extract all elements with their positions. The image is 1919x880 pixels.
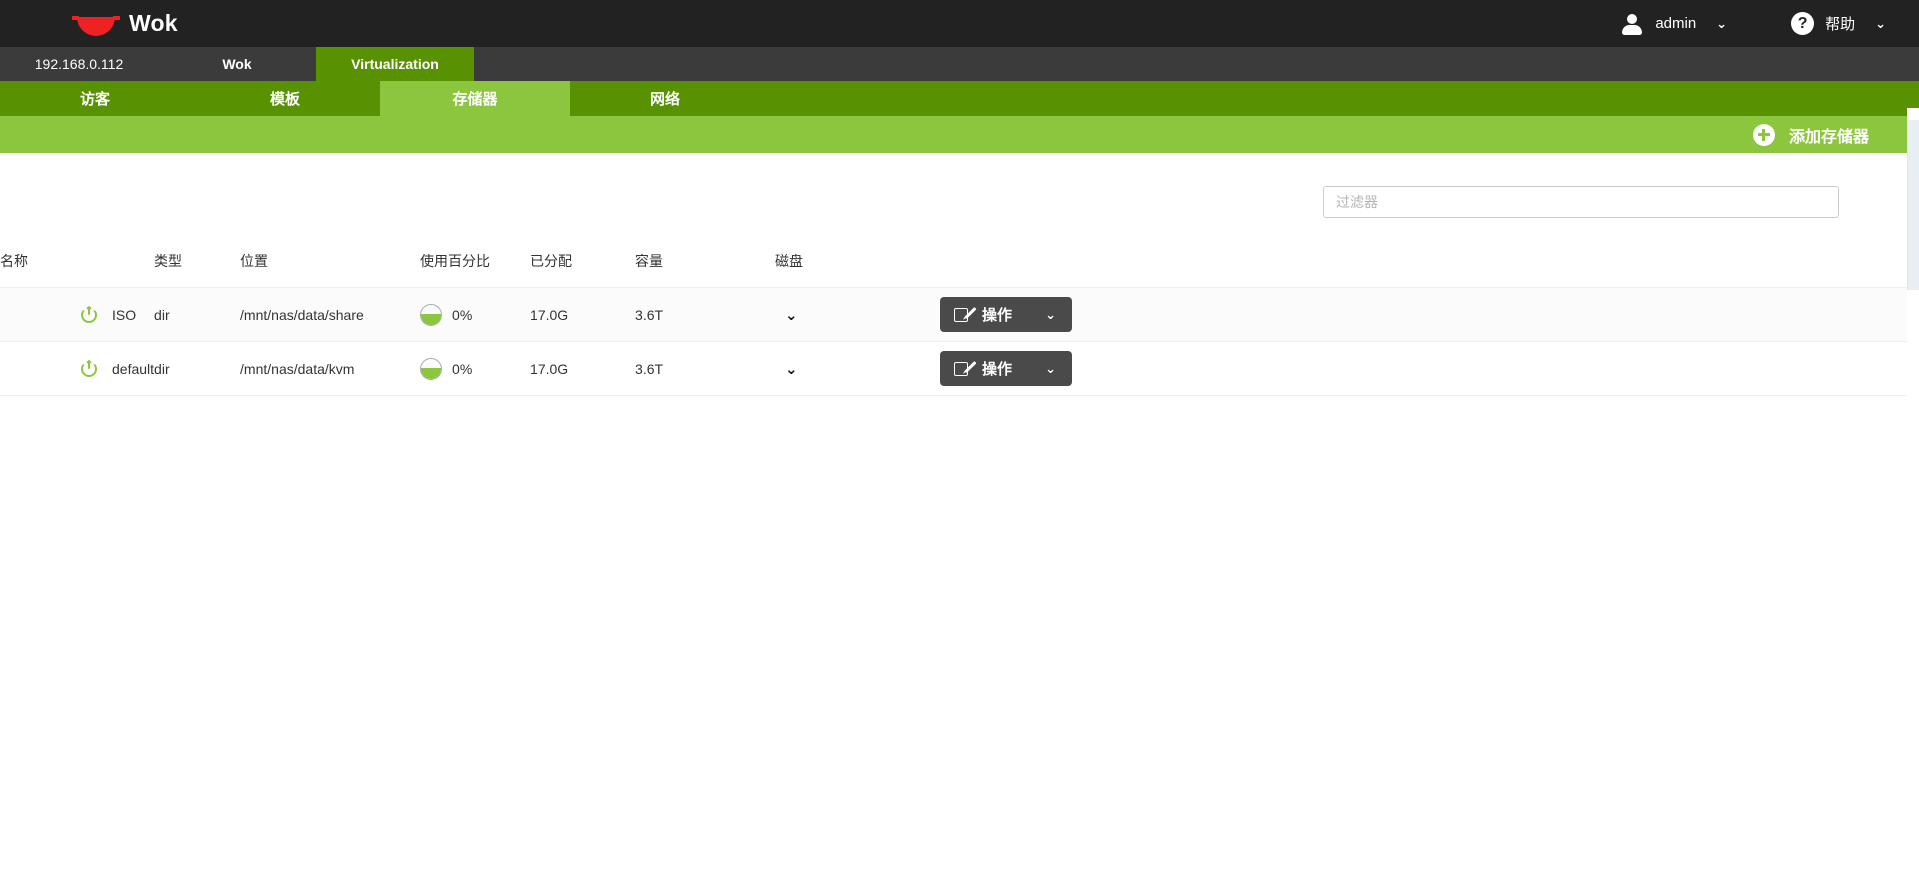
table-header-row: 名称 类型 位置 使用百分比 已分配 容量 磁盘 [0, 251, 1907, 288]
cell-usage: 0% [420, 287, 531, 342]
column-header-disk[interactable]: 磁盘 [775, 251, 941, 288]
chevron-down-icon: ⌄ [1045, 306, 1057, 322]
primary-nav: 192.168.0.112 Wok Virtualization [0, 47, 1919, 81]
usage-value: 0% [452, 306, 473, 323]
table-row[interactable]: default dir /mnt/nas/data/kvm 0% 17.0G 3… [0, 341, 1907, 396]
cell-disk: ⌄ [775, 341, 941, 396]
cell-name: default [0, 341, 155, 396]
cell-disk: ⌄ [775, 287, 941, 342]
table-row[interactable]: ISO dir /mnt/nas/data/share 0% 17.0G 3.6… [0, 287, 1907, 342]
content-area: 名称 类型 位置 使用百分比 已分配 容量 磁盘 ISO [0, 153, 1919, 880]
cell-capacity: 3.6T [635, 287, 776, 342]
column-header-actions [940, 251, 1907, 288]
question-mark-icon: ? [1791, 12, 1815, 35]
row-actions-label: 操作 [982, 307, 1013, 324]
user-menu-label: admin [1655, 15, 1697, 32]
nav-item-wok[interactable]: Wok [158, 47, 316, 81]
usage-value: 0% [452, 360, 473, 377]
storage-table: 名称 类型 位置 使用百分比 已分配 容量 磁盘 ISO dir /mnt/na… [0, 251, 1907, 396]
column-header-type[interactable]: 类型 [154, 251, 241, 288]
user-icon [1621, 13, 1643, 35]
nav-item-host[interactable]: 192.168.0.112 [0, 47, 158, 81]
storage-name: default [112, 360, 155, 377]
edit-square-icon [954, 360, 977, 377]
usage-gauge-icon [420, 303, 443, 326]
cell-actions: 操作 ⌄ [940, 287, 1907, 342]
cell-location: /mnt/nas/data/kvm [240, 341, 421, 396]
power-icon[interactable] [81, 360, 98, 377]
brand-name: Wok [129, 10, 178, 36]
tab-guests[interactable]: 访客 [0, 81, 190, 116]
column-header-location[interactable]: 位置 [240, 251, 421, 288]
tab-templates[interactable]: 模板 [190, 81, 380, 116]
help-menu[interactable]: ? 帮助 ⌄ [1785, 0, 1892, 47]
chevron-down-icon: ⌄ [1045, 360, 1057, 376]
cell-actions: 操作 ⌄ [940, 341, 1907, 396]
brand-logo[interactable]: Wok [72, 0, 178, 47]
chevron-down-icon: ⌄ [1716, 15, 1728, 31]
power-icon[interactable] [81, 306, 98, 323]
row-actions-label: 操作 [982, 361, 1013, 378]
help-menu-label: 帮助 [1825, 16, 1856, 33]
filter-input[interactable] [1323, 186, 1839, 218]
add-storage-button[interactable]: 添加存储器 [1752, 123, 1869, 147]
cell-usage: 0% [420, 341, 531, 396]
filter-container [1323, 186, 1839, 218]
cell-type: dir [154, 287, 241, 342]
disk-expand-chevron-down-icon[interactable]: ⌄ [779, 358, 804, 380]
secondary-nav: 访客 模板 存储器 网络 [0, 81, 1919, 116]
tab-storage[interactable]: 存储器 [380, 81, 570, 116]
cell-capacity: 3.6T [635, 341, 776, 396]
cell-allocated: 17.0G [530, 341, 636, 396]
page-scrollbar-thumb[interactable] [1907, 120, 1919, 290]
cell-type: dir [154, 341, 241, 396]
edit-square-icon [954, 306, 977, 323]
chevron-down-icon: ⌄ [1875, 15, 1886, 31]
tab-network[interactable]: 网络 [570, 81, 760, 116]
row-actions-button[interactable]: 操作 ⌄ [940, 297, 1073, 332]
storage-name: ISO [112, 306, 137, 323]
disk-expand-chevron-down-icon[interactable]: ⌄ [779, 304, 804, 326]
user-menu[interactable]: admin ⌄ [1615, 0, 1733, 47]
nav-item-virtualization[interactable]: Virtualization [316, 47, 474, 81]
add-storage-label: 添加存储器 [1788, 128, 1869, 146]
wok-logo-icon [72, 11, 120, 37]
cell-name: ISO [0, 287, 155, 342]
column-header-usage[interactable]: 使用百分比 [420, 251, 531, 288]
cell-allocated: 17.0G [530, 287, 636, 342]
column-header-allocated[interactable]: 已分配 [530, 251, 636, 288]
top-bar: Wok admin ⌄ ? 帮助 ⌄ [0, 0, 1919, 47]
plus-circle-icon [1752, 123, 1775, 146]
row-actions-button[interactable]: 操作 ⌄ [940, 351, 1073, 386]
usage-gauge-icon [420, 357, 443, 380]
top-bar-right: admin ⌄ ? 帮助 ⌄ [1615, 0, 1892, 47]
cell-location: /mnt/nas/data/share [240, 287, 421, 342]
column-header-name[interactable]: 名称 [0, 251, 155, 288]
column-header-capacity[interactable]: 容量 [635, 251, 776, 288]
action-bar: 添加存储器 [0, 116, 1919, 153]
